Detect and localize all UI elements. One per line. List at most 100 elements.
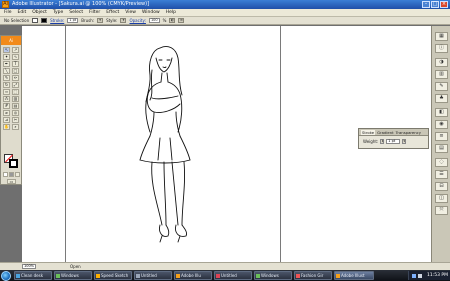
title-bar: Ai Adobe Illustrator - [Sakura.ai @ 100%…: [0, 0, 450, 9]
menu-view[interactable]: View: [125, 10, 136, 15]
panel-dock: ▦ ⓘ ◑ ▥ ✎ ♣ ◧ ◉ ≡ ▤ ◌ ☰ ⊟ ◫ ⤧: [431, 26, 450, 262]
color-panel-icon[interactable]: ◑: [435, 58, 448, 67]
zoom-tool-icon[interactable]: ⌕: [12, 124, 19, 130]
stroke-panel-icon[interactable]: ≡: [435, 132, 448, 141]
stroke-label[interactable]: Stroke:: [50, 18, 64, 23]
blend-tool-icon[interactable]: ◎: [12, 110, 19, 116]
navigator-panel-icon[interactable]: ▦: [435, 32, 448, 41]
fashion-girl-sketch[interactable]: [130, 40, 210, 250]
start-button[interactable]: [1, 271, 11, 281]
align-panel-icon[interactable]: ⊟: [435, 182, 448, 191]
slice-tool-icon[interactable]: ⊿: [3, 117, 10, 123]
paintbrush-tool-icon[interactable]: ✎: [3, 75, 10, 81]
selection-tool-icon[interactable]: ↖: [3, 47, 10, 53]
minimize-button[interactable]: –: [422, 1, 430, 8]
graphic-styles-panel-icon[interactable]: ◧: [435, 108, 448, 117]
stroke-weight-field[interactable]: 1 pt: [67, 18, 79, 23]
brush-dropdown[interactable]: ▾: [97, 18, 104, 23]
appearance-panel-icon[interactable]: ◉: [435, 120, 448, 129]
tab-transparency[interactable]: Transparency: [396, 130, 421, 135]
fill-swatch[interactable]: [32, 18, 39, 23]
control-bar: No Selection Stroke: 1 pt Brush: ▾ Style…: [0, 17, 450, 25]
brush-label: Brush:: [81, 18, 95, 23]
recolor-icon[interactable]: ◐: [169, 18, 176, 23]
taskbar-button[interactable]: Speed Sketch: [94, 271, 132, 280]
hand-tool-icon[interactable]: ✋: [3, 124, 10, 130]
taskbar-button[interactable]: Adobe Illu: [174, 271, 212, 280]
brushes-panel-icon[interactable]: ✎: [435, 82, 448, 91]
magic-wand-tool-icon[interactable]: ✦: [3, 54, 10, 60]
gradient-tool-icon[interactable]: ▤: [12, 103, 19, 109]
weight-dropdown[interactable]: ▾: [402, 139, 407, 144]
network-icon[interactable]: [412, 274, 416, 278]
zoom-field[interactable]: 100%: [22, 264, 36, 269]
taskbar-button[interactable]: Fashion Gir: [294, 271, 332, 280]
info-panel-icon[interactable]: ⓘ: [435, 44, 448, 53]
color-mode-icon[interactable]: [3, 172, 8, 177]
taskbar-button[interactable]: Windows: [254, 271, 292, 280]
opacity-unit: %: [162, 18, 167, 23]
status-bar: 100% Open: [0, 262, 450, 270]
style-label: Style:: [106, 18, 118, 23]
menu-filter[interactable]: Filter: [89, 10, 100, 15]
clock[interactable]: 11:53 PM: [427, 273, 448, 278]
menu-select[interactable]: Select: [69, 10, 83, 15]
opacity-field[interactable]: 100: [148, 18, 160, 23]
align-icon[interactable]: ≡: [178, 18, 185, 23]
gradient-panel-icon[interactable]: ▤: [435, 144, 448, 153]
maximize-button[interactable]: □: [431, 1, 439, 8]
transform-panel-icon[interactable]: ⤧: [435, 206, 448, 215]
fill-stroke-widget[interactable]: [4, 154, 19, 169]
eyedropper-tool-icon[interactable]: ⌀: [3, 110, 10, 116]
gradient-mode-icon[interactable]: [9, 172, 14, 177]
pencil-tool-icon[interactable]: ✏: [12, 75, 19, 81]
stroke-panel-tabs: Stroke Gradient Transparency: [359, 129, 428, 136]
type-tool-icon[interactable]: T: [12, 61, 19, 67]
volume-icon[interactable]: [418, 274, 422, 278]
none-mode-icon[interactable]: [15, 172, 20, 177]
tab-gradient[interactable]: Gradient: [377, 130, 394, 135]
menu-window[interactable]: Window: [142, 10, 160, 15]
swatches-panel-icon[interactable]: ▥: [435, 70, 448, 79]
rotate-tool-icon[interactable]: ↻: [3, 82, 10, 88]
stroke-color-swatch[interactable]: [9, 159, 18, 168]
weight-stepper[interactable]: ⇕: [380, 139, 385, 144]
tab-stroke[interactable]: Stroke: [361, 129, 376, 135]
free-transform-tool-icon[interactable]: ⬚: [12, 89, 19, 95]
close-button[interactable]: ×: [440, 1, 448, 8]
rectangle-tool-icon[interactable]: □: [12, 68, 19, 74]
style-dropdown[interactable]: ▾: [120, 18, 127, 23]
menu-effect[interactable]: Effect: [106, 10, 119, 15]
screen-mode-icon[interactable]: ▭: [7, 179, 16, 184]
stroke-weight-row: Weight: ⇕ 1 pt ▾: [363, 139, 407, 144]
pen-tool-icon[interactable]: ✒: [3, 61, 10, 67]
menu-object[interactable]: Object: [32, 10, 47, 15]
menu-file[interactable]: File: [4, 10, 12, 15]
opacity-label[interactable]: Opacity:: [129, 18, 145, 23]
menu-edit[interactable]: Edit: [18, 10, 27, 15]
taskbar-button-active[interactable]: Adobe Illust: [334, 271, 374, 280]
layers-panel-icon[interactable]: ☰: [435, 170, 448, 179]
pathfinder-panel-icon[interactable]: ◫: [435, 194, 448, 203]
transparency-panel-icon[interactable]: ◌: [435, 158, 448, 167]
menu-help[interactable]: Help: [166, 10, 176, 15]
taskbar-button[interactable]: Untitled: [214, 271, 252, 280]
taskbar-button[interactable]: Untitled: [134, 271, 172, 280]
scissors-tool-icon[interactable]: ✂: [12, 117, 19, 123]
lasso-tool-icon[interactable]: ∿: [12, 54, 19, 60]
taskbar-button[interactable]: Windows: [54, 271, 92, 280]
symbols-panel-icon[interactable]: ♣: [435, 94, 448, 103]
scale-tool-icon[interactable]: ⤢: [12, 82, 19, 88]
status-info: Open: [70, 264, 81, 269]
line-tool-icon[interactable]: ╲: [3, 68, 10, 74]
direct-selection-tool-icon[interactable]: ↗: [12, 47, 19, 53]
window-title: Adobe Illustrator - [Sakura.ai @ 100% (C…: [12, 1, 150, 7]
graph-tool-icon[interactable]: ▥: [12, 96, 19, 102]
symbol-sprayer-tool-icon[interactable]: ⁂: [3, 96, 10, 102]
mesh-tool-icon[interactable]: #: [3, 103, 10, 109]
menu-type[interactable]: Type: [53, 10, 63, 15]
taskbar-button[interactable]: Clean desk: [14, 271, 52, 280]
weight-field[interactable]: 1 pt: [386, 139, 401, 144]
stroke-swatch[interactable]: [41, 18, 48, 23]
warp-tool-icon[interactable]: ≈: [3, 89, 10, 95]
